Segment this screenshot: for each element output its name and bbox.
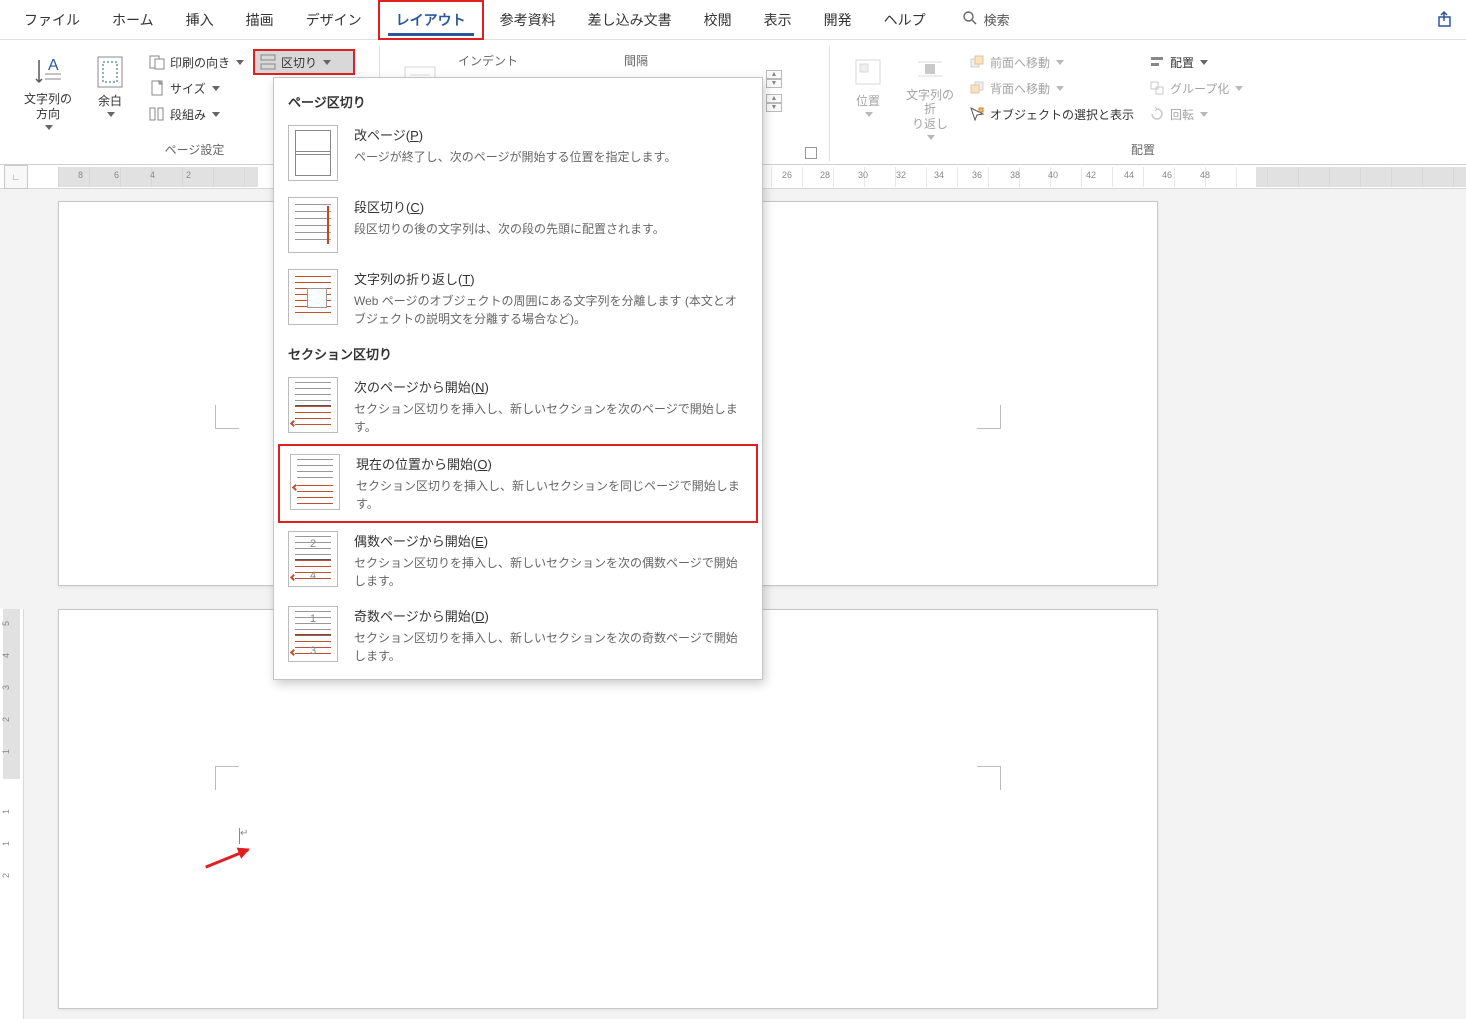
tab-review[interactable]: 校閲 [688,2,748,38]
tab-insert[interactable]: 挿入 [170,2,230,38]
columns-button[interactable]: 段組み [144,102,248,126]
vertical-ruler[interactable]: 5 4 3 2 1 1 1 2 [0,609,24,1019]
menu-section-next-page[interactable]: 次のページから開始(N) セクション区切りを挿入し、新しいセクションを次のページ… [274,369,762,444]
svg-text:A: A [48,57,59,74]
selection-pane-button[interactable]: オブジェクトの選択と表示 [964,102,1138,126]
bring-forward-button[interactable]: 前面へ移動 [964,50,1138,74]
menu-section-even-page[interactable]: 2 4 偶数ページから開始(E) セクション区切りを挿入し、新しいセクションを次… [274,523,762,598]
rotate-icon [1148,105,1166,123]
spacing-after-down[interactable]: ▼ [766,103,782,112]
position-icon [850,54,886,90]
section-continuous-icon [290,454,340,510]
spacing-after-up[interactable]: ▲ [766,94,782,103]
section-next-page-icon [288,377,338,433]
chevron-down-icon [212,86,220,91]
arrange-group: 位置 文字列の折 り返し 前面へ移動 [830,46,1456,161]
margins-button[interactable]: 余白 [82,50,138,130]
menu-section-odd-page[interactable]: 1 3 奇数ページから開始(D) セクション区切りを挿入し、新しいセクションを次… [274,598,762,673]
size-button[interactable]: サイズ [144,76,248,100]
tab-layout[interactable]: レイアウト [378,0,484,40]
ribbon-tabs: ファイル ホーム 挿入 描画 デザイン レイアウト 参考資料 差し込み文書 校閲… [0,0,1466,40]
position-button: 位置 [840,50,896,130]
text-direction-icon: A [30,54,66,88]
tab-design[interactable]: デザイン [290,2,378,38]
margin-marker [215,405,239,429]
ruler-corner-icon: ∟ [4,165,28,189]
share-icon[interactable] [1436,10,1456,30]
tab-home[interactable]: ホーム [96,2,170,38]
margin-marker [977,405,1001,429]
menu-column-break[interactable]: 段区切り(C) 段区切りの後の文字列は、次の段の先頭に配置されます。 [274,189,762,261]
tab-draw[interactable]: 描画 [230,2,290,38]
size-icon [148,79,166,97]
group-button[interactable]: グループ化 [1144,76,1247,100]
orientation-button[interactable]: 印刷の向き [144,50,248,74]
arrange-label: 配置 [840,138,1446,161]
columns-icon [148,105,166,123]
chevron-down-icon [323,60,331,65]
align-button[interactable]: 配置 [1144,50,1247,74]
spacing-label: 間隔 [624,52,648,69]
search-box[interactable]: 検索 [962,10,1010,29]
indent-label: インデント [458,52,518,69]
page-breaks-header: ページ区切り [274,84,762,117]
breaks-button[interactable]: 区切り [254,50,354,74]
menu-page-break[interactable]: 改ページ(P) ページが終了し、次のページが開始する位置を指定します。 [274,117,762,189]
tab-mailings[interactable]: 差し込み文書 [572,2,688,38]
section-breaks-header: セクション区切り [274,336,762,369]
margins-icon [92,54,128,90]
section-odd-page-icon: 1 3 [288,606,338,662]
wrap-icon [912,54,948,84]
spacing-before-down[interactable]: ▼ [766,79,782,88]
chevron-down-icon [45,125,53,130]
chevron-down-icon [236,60,244,65]
text-cursor: ↵ [239,828,249,844]
tab-references[interactable]: 参考資料 [484,2,572,38]
page-break-icon [288,125,338,181]
send-backward-button[interactable]: 背面へ移動 [964,76,1138,100]
margin-marker [215,766,239,790]
dialog-launcher-icon[interactable] [805,147,817,159]
send-backward-icon [968,79,986,97]
tab-help[interactable]: ヘルプ [868,2,942,38]
align-icon [1148,53,1166,71]
chevron-down-icon [212,112,220,117]
tab-developer[interactable]: 開発 [808,2,868,38]
breaks-dropdown: ページ区切り 改ページ(P) ページが終了し、次のページが開始する位置を指定しま… [273,77,763,680]
spacing-before-up[interactable]: ▲ [766,70,782,79]
tab-view[interactable]: 表示 [748,2,808,38]
wrap-button: 文字列の折 り返し [902,50,958,130]
chevron-down-icon [107,112,115,117]
rotate-button[interactable]: 回転 [1144,102,1247,126]
search-icon [962,10,978,29]
column-break-icon [288,197,338,253]
menu-section-continuous[interactable]: 現在の位置から開始(O) セクション区切りを挿入し、新しいセクションを同じページ… [278,444,758,523]
group-icon [1148,79,1166,97]
margin-marker [977,766,1001,790]
menu-text-wrapping-break[interactable]: 文字列の折り返し(T) Web ページのオブジェクトの周囲にある文字列を分離しま… [274,261,762,336]
tab-file[interactable]: ファイル [8,2,96,38]
text-wrap-break-icon [288,269,338,325]
bring-forward-icon [968,53,986,71]
text-direction-button[interactable]: A 文字列の 方向 [20,50,76,130]
selection-pane-icon [968,105,986,123]
orientation-icon [148,53,166,71]
section-even-page-icon: 2 4 [288,531,338,587]
breaks-icon [259,53,277,71]
